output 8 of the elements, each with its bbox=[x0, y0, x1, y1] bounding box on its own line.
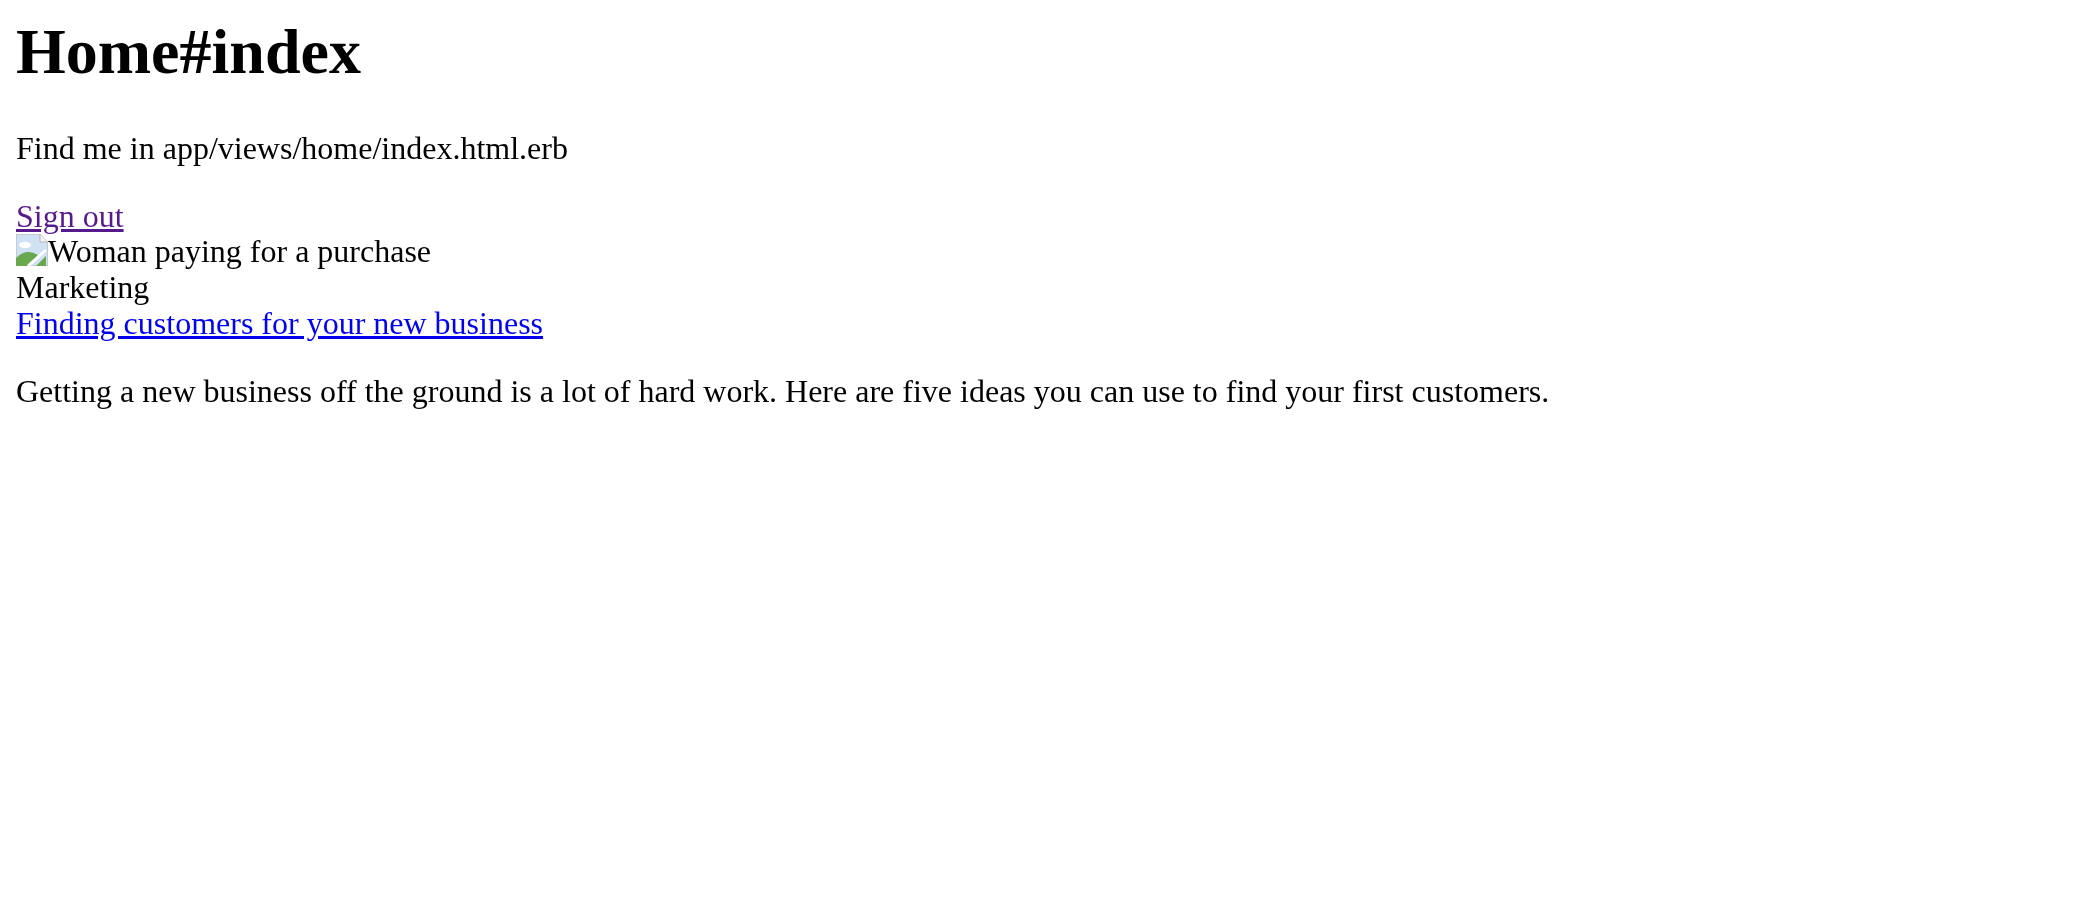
category-label: Marketing bbox=[16, 269, 150, 306]
broken-image-icon bbox=[16, 234, 48, 267]
page-heading: Home#index bbox=[16, 16, 362, 88]
image-alt-text: Woman paying for a purchase bbox=[48, 233, 432, 270]
article-summary: Getting a new business off the ground is a lot of hard work. Here are five ideas you can use to find your first customers. bbox=[16, 373, 1551, 410]
sign-out-link[interactable]: Sign out bbox=[16, 197, 124, 234]
file-path-note: Find me in app/views/home/index.html.erb bbox=[16, 130, 569, 167]
article-title-link[interactable]: Finding customers for your new business bbox=[16, 305, 544, 341]
